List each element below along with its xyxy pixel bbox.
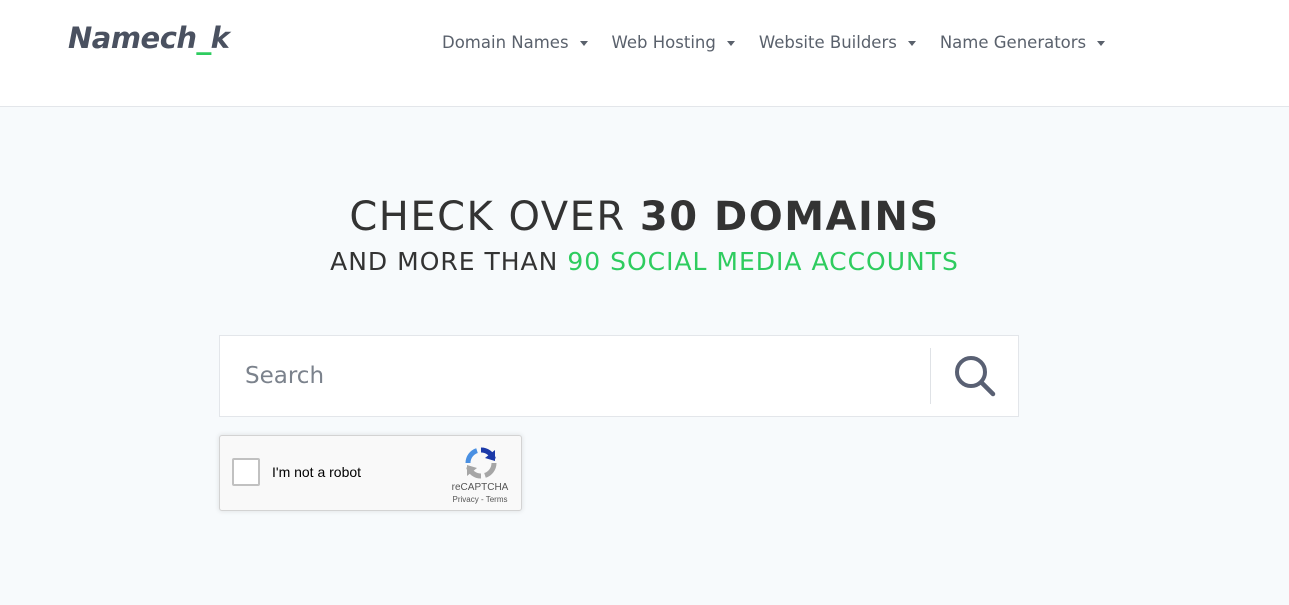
- recaptcha-checkbox[interactable]: [232, 458, 260, 486]
- logo-underscore: _: [196, 21, 212, 55]
- site-header: Namech_k Domain Names Web Hosting Websit…: [0, 0, 1289, 107]
- caret-down-icon: [726, 40, 735, 46]
- nav-item-label: Name Generators: [939, 32, 1087, 52]
- nav-item-web-hosting[interactable]: Web Hosting: [612, 33, 735, 52]
- nav-item-label: Domain Names: [442, 32, 569, 52]
- recaptcha-brand: reCAPTCHA: [451, 482, 509, 493]
- nav-item-website-builders[interactable]: Website Builders: [759, 33, 916, 52]
- search-box: [219, 335, 1019, 417]
- hero-subheading-regular: AND MORE THAN: [330, 247, 568, 276]
- recaptcha-label: I'm not a robot: [272, 464, 362, 480]
- search-icon: [954, 356, 995, 397]
- site-logo[interactable]: Namech_k: [68, 18, 230, 58]
- hero-subheading: AND MORE THAN 90 SOCIAL MEDIA ACCOUNTS: [0, 246, 1289, 278]
- hero-heading-regular: CHECK OVER: [349, 194, 640, 240]
- caret-down-icon: [579, 40, 588, 46]
- hero-subheading-highlight: 90 SOCIAL MEDIA ACCOUNTS: [567, 247, 959, 276]
- caret-down-icon: [1097, 40, 1106, 46]
- search-input[interactable]: [220, 336, 930, 416]
- recaptcha-privacy-link[interactable]: Privacy: [453, 495, 479, 504]
- recaptcha-widget: I'm not a robot reCAPTCHA Privacy - Term…: [219, 435, 522, 511]
- nav-item-label: Web Hosting: [611, 32, 716, 52]
- hero-heading-bold: 30 DOMAINS: [639, 194, 940, 240]
- logo-text-part2: k: [210, 21, 230, 55]
- nav-item-label: Website Builders: [758, 32, 897, 52]
- main-nav: Domain Names Web Hosting Website Builder…: [442, 29, 1129, 55]
- recaptcha-terms-link[interactable]: Terms: [486, 495, 508, 504]
- recaptcha-logo-icon: [465, 447, 497, 479]
- caret-down-icon: [907, 40, 916, 46]
- nav-item-name-generators[interactable]: Name Generators: [939, 32, 1106, 52]
- search-button[interactable]: [931, 336, 1018, 416]
- nav-item-domain-names[interactable]: Domain Names: [442, 33, 588, 52]
- logo-text-part1: Namech: [68, 21, 197, 55]
- recaptcha-link-separator: -: [478, 495, 486, 504]
- recaptcha-links: Privacy - Terms: [438, 495, 522, 504]
- hero-heading: CHECK OVER 30 DOMAINS: [0, 192, 1289, 242]
